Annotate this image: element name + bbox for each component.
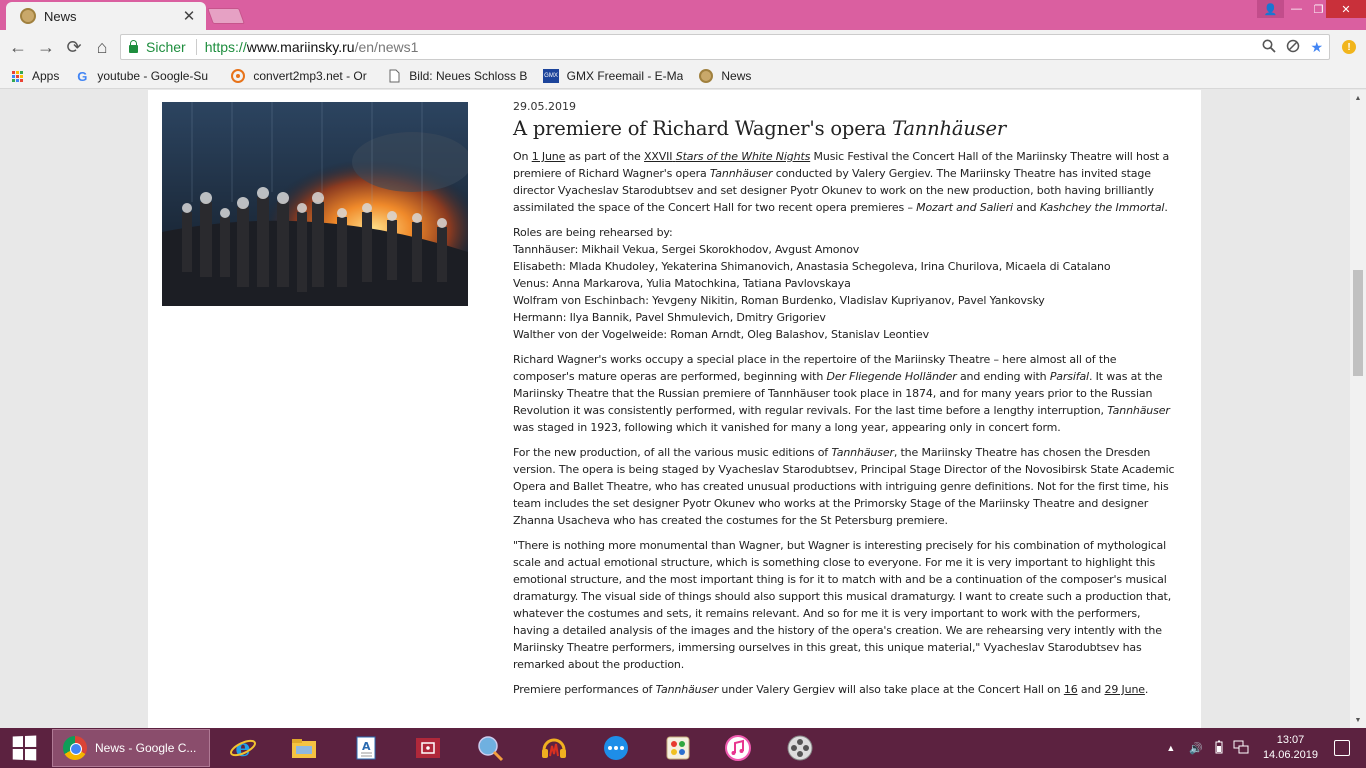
article-paragraph-quote: "There is nothing more monumental than W… <box>513 539 1172 671</box>
convert2mp3-icon <box>231 69 246 83</box>
bookmark-star-icon[interactable]: ★ <box>1310 39 1323 56</box>
article-paragraph-intro: On 1 June as part of the XXVII Stars of … <box>513 150 1170 214</box>
bookmark-label: youtube - Google-Su <box>97 69 209 83</box>
tannhauser-production-photo <box>162 102 468 306</box>
taskbar-clock[interactable]: 13:07 14.06.2019 <box>1263 733 1318 763</box>
taskbar-window-title: News - Google C... <box>95 741 197 755</box>
apps-grid-icon <box>10 69 24 83</box>
browser-toolbar: ← → ⟳ ⌂ Sicher https://www.mariinsky.ru /… <box>0 30 1366 64</box>
address-bar[interactable]: Sicher https://www.mariinsky.ru/en/news1… <box>120 34 1330 60</box>
festival-link[interactable]: XXVII Stars of the White Nights <box>644 150 810 163</box>
svg-text:e: e <box>235 734 250 762</box>
itunes-icon[interactable] <box>724 734 752 762</box>
internet-explorer-icon[interactable]: e <box>229 734 257 762</box>
system-tray: ▲ 🔊 13:07 14.06.2019 <box>1166 728 1366 768</box>
june-16-link[interactable]: 16 <box>1064 683 1078 696</box>
bookmark-label: Apps <box>32 69 60 83</box>
news-article: 29.05.2019 A premiere of Richard Wagner'… <box>513 100 1178 698</box>
bookmark-news[interactable]: News <box>699 69 751 83</box>
file-explorer-icon[interactable] <box>290 734 318 762</box>
battery-icon[interactable] <box>1215 740 1223 757</box>
bookmarks-bar: Apps G youtube - Google-Su convert2mp3.n… <box>0 64 1366 89</box>
tab-title: News <box>44 8 77 24</box>
bookmark-convert2mp3[interactable]: convert2mp3.net - Or <box>231 69 371 83</box>
chat-app-icon[interactable] <box>602 734 630 762</box>
forward-button[interactable]: → <box>34 35 58 59</box>
media-app-icon[interactable] <box>414 734 442 762</box>
url-scheme: https:// <box>204 39 247 55</box>
gmx-icon: GMX <box>543 69 559 83</box>
mariinsky-icon <box>699 69 714 83</box>
network-icon[interactable] <box>1233 740 1249 757</box>
clock-time: 13:07 <box>1276 734 1305 746</box>
page-icon <box>387 69 401 83</box>
wordpad-icon[interactable]: A <box>352 734 380 762</box>
june-1-link[interactable]: 1 June <box>532 150 566 163</box>
article-paragraph-history: Richard Wagner's works occupy a special … <box>513 353 1170 434</box>
article-paragraph-production: For the new production, of all the vario… <box>513 446 1175 527</box>
taskbar-chrome-window[interactable]: News - Google C... <box>52 729 210 767</box>
start-button[interactable] <box>0 728 48 768</box>
close-tab-icon[interactable]: ✕ <box>180 7 198 25</box>
action-center-icon[interactable] <box>1334 740 1350 756</box>
back-button[interactable]: ← <box>6 35 30 59</box>
bookmark-apps[interactable]: Apps <box>10 69 59 83</box>
profile-button[interactable]: 👤 <box>1257 0 1284 18</box>
bookmark-gmx[interactable]: GMX GMX Freemail - E-Ma <box>543 69 683 83</box>
june-29-link[interactable]: 29 June <box>1105 683 1146 696</box>
magnifier-icon[interactable] <box>476 734 504 762</box>
page-scrollbar[interactable]: ▲ ▼ <box>1350 90 1366 728</box>
windows-taskbar: News - Google C... e A ▲ 🔊 13:07 14.06.2… <box>0 728 1366 768</box>
volume-icon[interactable]: 🔊 <box>1189 742 1203 755</box>
article-date: 29.05.2019 <box>513 100 576 113</box>
google-icon: G <box>77 69 88 83</box>
scroll-down-arrow-icon[interactable]: ▼ <box>1350 712 1366 728</box>
bookmark-youtube[interactable]: G youtube - Google-Su <box>75 69 215 83</box>
home-button[interactable]: ⌂ <box>90 35 114 59</box>
scroll-thumb[interactable] <box>1353 270 1363 376</box>
browser-titlebar: News ✕ 👤 — ❐ ✕ <box>0 0 1366 30</box>
url-path: /en/news1 <box>354 39 419 55</box>
bookmark-label: GMX Freemail - E-Ma <box>566 69 684 83</box>
bookmark-label: Bild: Neues Schloss B <box>409 69 528 83</box>
secure-label: Sicher <box>146 39 186 55</box>
chrome-icon <box>63 736 87 760</box>
zoom-search-icon[interactable] <box>1262 39 1277 56</box>
clock-date: 14.06.2019 <box>1262 749 1318 761</box>
url-host: www.mariinsky.ru <box>246 39 355 55</box>
divider <box>195 39 197 55</box>
audio-app-icon[interactable] <box>540 734 568 762</box>
news-container: 29.05.2019 A premiere of Richard Wagner'… <box>148 90 1201 728</box>
bookmark-label: News <box>721 69 752 83</box>
page-viewport: 29.05.2019 A premiere of Richard Wagner'… <box>0 90 1350 728</box>
chrome-menu-button[interactable]: ! <box>1337 35 1361 59</box>
blocked-popup-icon[interactable] <box>1286 39 1300 56</box>
bookmark-neues-schloss[interactable]: Bild: Neues Schloss B <box>387 69 527 83</box>
update-alert-icon: ! <box>1342 40 1356 54</box>
scroll-up-arrow-icon[interactable]: ▲ <box>1350 90 1366 106</box>
article-roles-list: Roles are being rehearsed by: Tannhäuser… <box>513 226 1111 341</box>
windows-logo-icon <box>12 735 37 761</box>
article-paragraph-performances: Premiere performances of Tannhäuser unde… <box>513 683 1149 696</box>
show-hidden-icons-button[interactable]: ▲ <box>1166 743 1175 753</box>
paint-app-icon[interactable] <box>664 734 692 762</box>
video-reel-icon[interactable] <box>786 734 814 762</box>
lock-icon <box>129 40 138 53</box>
close-window-button[interactable]: ✕ <box>1326 0 1366 18</box>
tab-news[interactable]: News ✕ <box>6 2 206 30</box>
bookmark-label: convert2mp3.net - Or <box>253 69 367 83</box>
svg-text:A: A <box>362 740 371 753</box>
mariinsky-favicon-icon <box>20 8 36 24</box>
new-tab-button[interactable] <box>207 8 245 24</box>
article-headline: A premiere of Richard Wagner's opera Tan… <box>513 117 1006 140</box>
reload-button[interactable]: ⟳ <box>62 35 86 59</box>
